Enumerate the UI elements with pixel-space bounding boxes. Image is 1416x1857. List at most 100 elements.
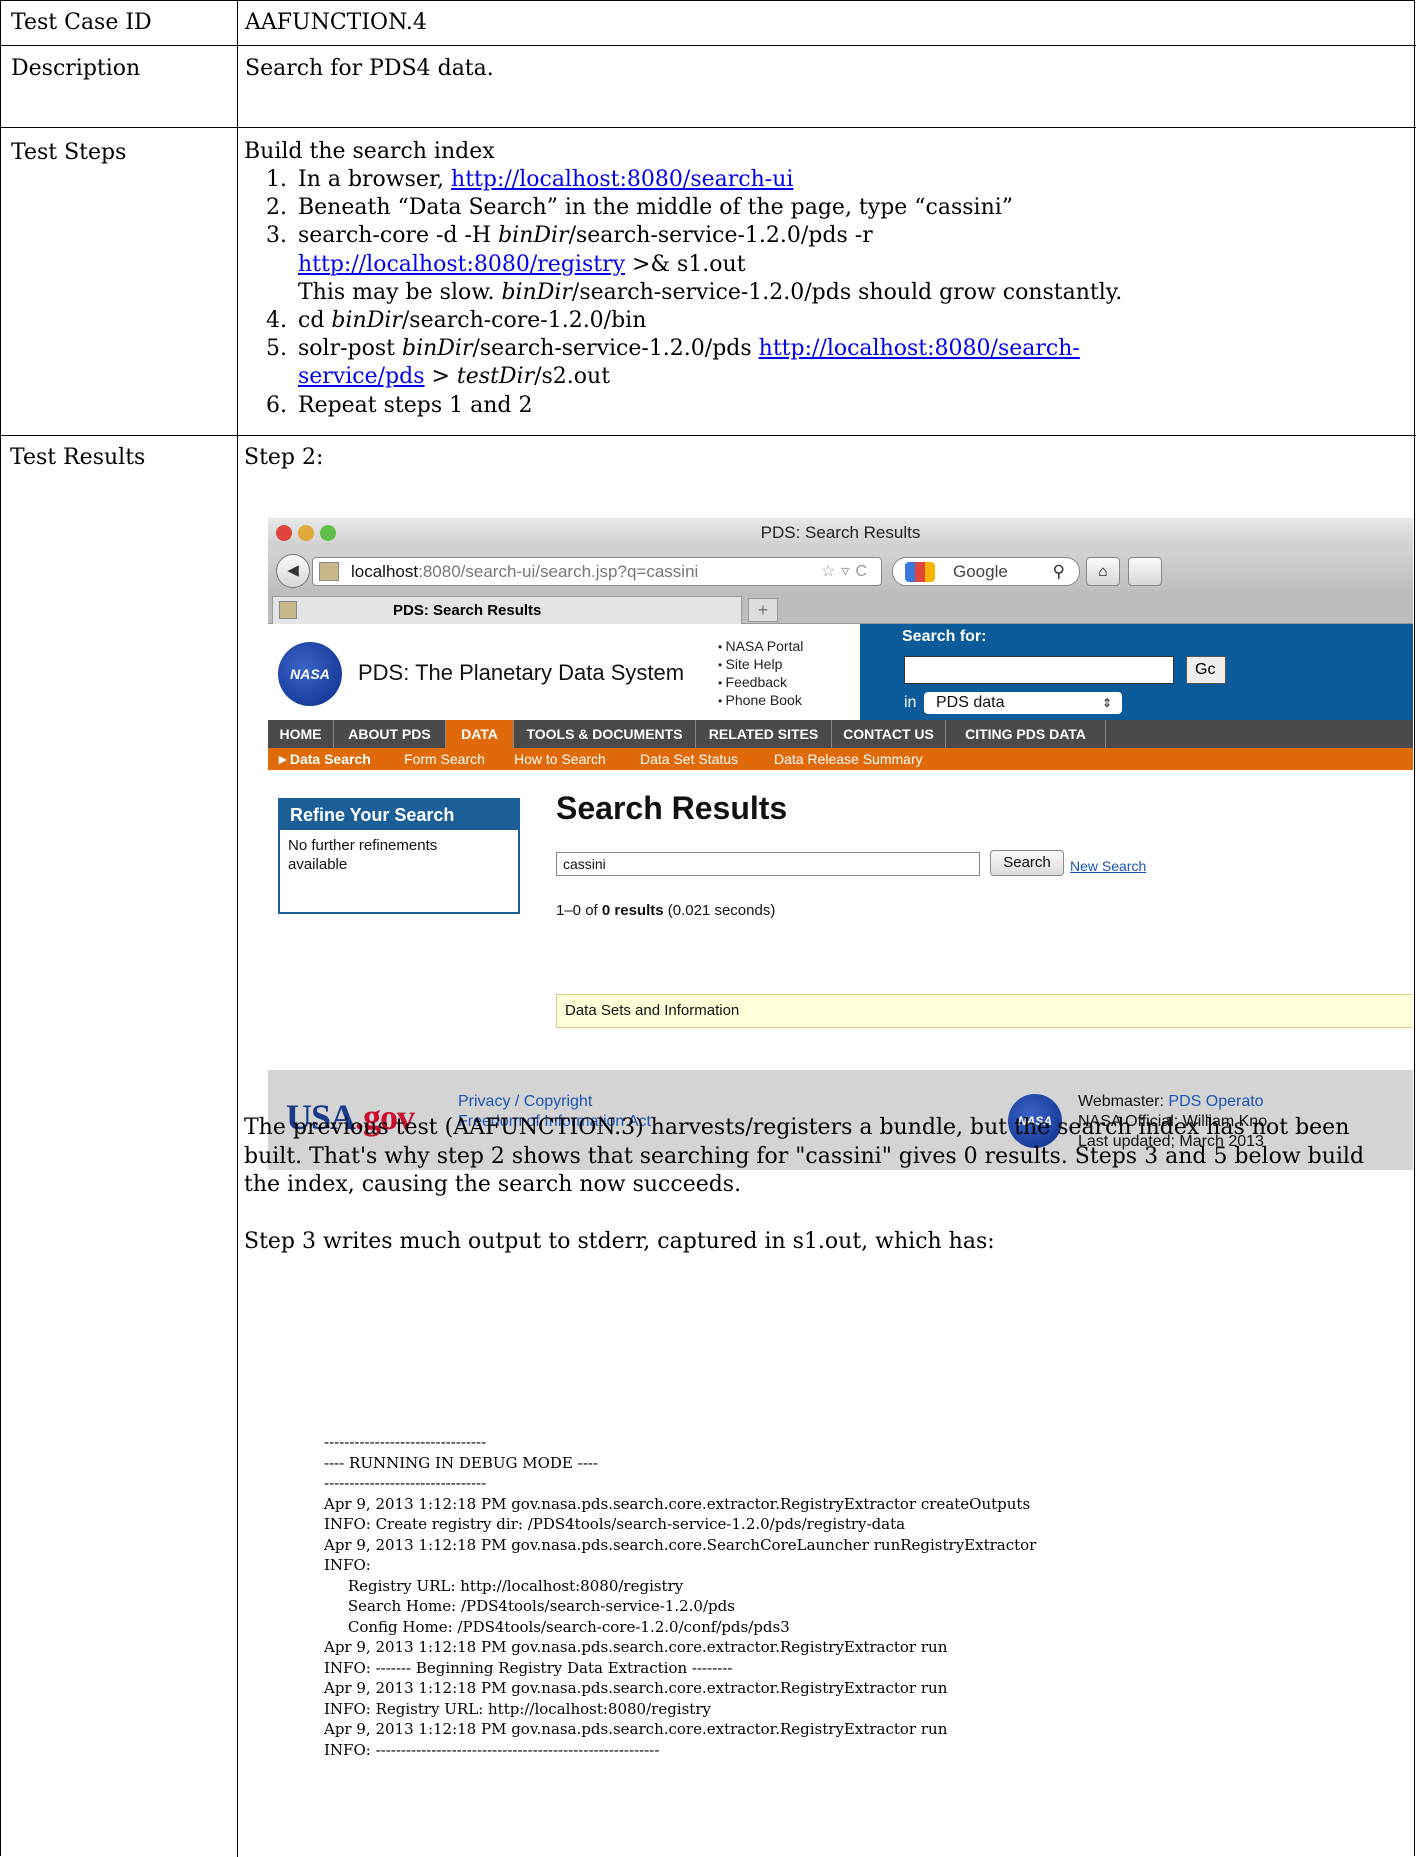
privacy-link[interactable]: Privacy / Copyright [458,1092,651,1112]
nav-about-pds[interactable]: ABOUT PDS [334,720,446,748]
subnav-form-search[interactable]: Form Search [404,748,485,770]
results-count: 1–0 of 0 results (0.021 seconds) [556,902,776,919]
nav-contact-us[interactable]: CONTACT US [832,720,946,748]
log-line: INFO: Create registry dir: /PDS4tools/se… [324,1515,906,1533]
refine-text: No further refinements available [288,837,438,873]
row-divider [1,127,1416,128]
log-line: Apr 9, 2013 1:12:18 PM gov.nasa.pds.sear… [324,1638,948,1656]
row-label-description: Description [11,56,141,81]
webmaster-link[interactable]: PDS Operato [1168,1093,1263,1110]
browser-toolbar: ◀ localhost:8080/search-ui/search.jsp?q=… [268,548,1413,594]
google-logo-icon [905,562,935,582]
log-line: Registry URL: http://localhost:8080/regi… [324,1576,684,1595]
row-divider [1,435,1416,436]
column-divider [237,1,238,1857]
log-line: INFO: ------- Beginning Registry Data Ex… [324,1658,733,1677]
test-steps-list: 1. In a browser, http://localhost:8080/se… [244,166,1404,420]
step-2-label: Step 2: [244,445,324,470]
quick-link[interactable]: Site Help [718,656,803,674]
site-search-input[interactable] [904,656,1174,684]
log-line: Search Home: /PDS4tools/search-service-1… [324,1597,735,1615]
log-line: INFO: Registry URL: http://localhost:808… [324,1699,711,1718]
close-window-icon[interactable] [276,525,292,541]
steps-intro: Build the search index [244,139,495,164]
quick-link[interactable]: Phone Book [718,692,803,710]
bookmark-star-icon[interactable]: ☆▿C [821,558,873,585]
explanation-paragraph: The previous test (AAFUNCTION.3) harvest… [244,1115,1365,1197]
log-line: ---- RUNNING IN DEBUG MODE ---- [324,1453,598,1472]
row-label-test-case-id: Test Case ID [11,10,152,35]
tab-favicon-icon [279,601,297,619]
row-divider [1,45,1416,46]
log-line: INFO: ----------------------------------… [324,1740,660,1759]
home-button[interactable]: ⌂ [1086,557,1120,586]
log-line: Apr 9, 2013 1:12:18 PM gov.nasa.pds.sear… [324,1535,1037,1554]
step-item: 2. Beneath “Data Search” in the middle of… [266,195,1014,221]
nav-tools-documents[interactable]: TOOLS & DOCUMENTS [514,720,696,748]
nav-home[interactable]: HOME [268,720,334,748]
test-case-id-value: AAFUNCTION.4 [245,10,427,35]
datasets-info-box: Data Sets and Information [556,994,1413,1028]
search-for-label: Search for: [902,628,987,645]
s1-out-log: -------------------------------- ---- RU… [324,1432,1404,1760]
subnav-how-to-search[interactable]: How to Search [514,748,606,770]
log-line: INFO: [324,1556,371,1574]
log-line: Apr 9, 2013 1:12:18 PM gov.nasa.pds.sear… [324,1679,948,1697]
site-favicon-icon [319,562,339,581]
nasa-logo[interactable]: NASA [278,642,342,706]
new-search-link[interactable]: New Search [1070,858,1146,874]
select-arrows-icon: ⇕ [1101,696,1112,710]
log-line: Apr 9, 2013 1:12:18 PM gov.nasa.pds.sear… [324,1494,1031,1513]
step-item: 3. search-core -d -H binDir/search-servic… [266,223,1123,305]
step-item: 4. cd binDir/search-core-1.2.0/bin [266,308,647,334]
results-explanation: The previous test (AAFUNCTION.3) harvest… [244,1114,1404,1256]
explanation-paragraph: Step 3 writes much output to stderr, cap… [244,1228,995,1254]
scope-select[interactable]: PDS data ⇕ [924,692,1122,714]
browser-screenshot: PDS: Search Results ◀ localhost:8080/sea… [268,518,1413,1070]
results-search-input[interactable]: cassini [556,852,980,876]
step-item: 1. In a browser, http://localhost:8080/se… [266,167,794,192]
window-titlebar: PDS: Search Results [268,518,1413,548]
log-line: -------------------------------- [324,1474,487,1492]
refine-search-box: Refine Your Search No further refinement… [278,798,520,914]
web-search-box[interactable]: Google ⚲ [892,557,1080,586]
sub-nav: ►Data Search Form Search How to Search D… [268,748,1413,770]
pds-header: NASA PDS: The Planetary Data System NASA… [268,624,1413,720]
new-tab-button[interactable]: + [748,598,778,622]
minimize-window-icon[interactable] [298,525,314,541]
subnav-data-release-summary[interactable]: Data Release Summary [774,748,923,770]
address-bar[interactable]: localhost:8080/search-ui/search.jsp?q=ca… [312,557,882,586]
nav-data[interactable]: DATA [446,720,514,748]
search-button[interactable]: Search [990,850,1064,876]
back-button[interactable]: ◀ [276,554,310,588]
log-line: -------------------------------- [324,1433,487,1451]
site-search-panel: Search for: Gc in PDS data ⇕ [860,624,1413,720]
in-label: in [904,694,917,711]
registry-link[interactable]: http://localhost:8080/registry [298,252,625,277]
nav-citing-pds-data[interactable]: CITING PDS DATA [946,720,1106,748]
step-item: 6. Repeat steps 1 and 2 [266,392,533,418]
magnifier-icon: ⚲ [1052,562,1065,581]
tab-pds-search-results[interactable]: PDS: Search Results [272,596,742,624]
bookmarks-button[interactable] [1128,557,1162,586]
row-label-test-steps: Test Steps [11,140,127,165]
go-button[interactable]: Gc [1186,656,1226,684]
row-label-test-results: Test Results [10,445,146,470]
main-nav: HOME ABOUT PDS DATA TOOLS & DOCUMENTS RE… [268,720,1413,748]
subnav-data-set-status[interactable]: Data Set Status [640,748,738,770]
window-title: PDS: Search Results [760,523,921,542]
quick-links: NASA Portal Site Help Feedback Phone Boo… [718,638,804,710]
description-value: Search for PDS4 data. [245,56,494,81]
zoom-window-icon[interactable] [320,525,336,541]
tab-bar: PDS: Search Results + [268,594,1413,624]
site-title: PDS: The Planetary Data System [358,660,685,685]
quick-link[interactable]: Feedback [718,674,803,692]
step-item: 5. solr-post binDir/search-service-1.2.0/… [266,336,1080,390]
log-line: Apr 9, 2013 1:12:18 PM gov.nasa.pds.sear… [324,1720,948,1738]
quick-link[interactable]: NASA Portal [718,638,804,656]
results-title: Search Results [556,790,788,826]
subnav-data-search[interactable]: ►Data Search [276,748,371,770]
nav-related-sites[interactable]: RELATED SITES [696,720,832,748]
search-ui-link[interactable]: http://localhost:8080/search-ui [451,167,793,192]
log-line: Config Home: /PDS4tools/search-core-1.2.… [324,1617,790,1636]
